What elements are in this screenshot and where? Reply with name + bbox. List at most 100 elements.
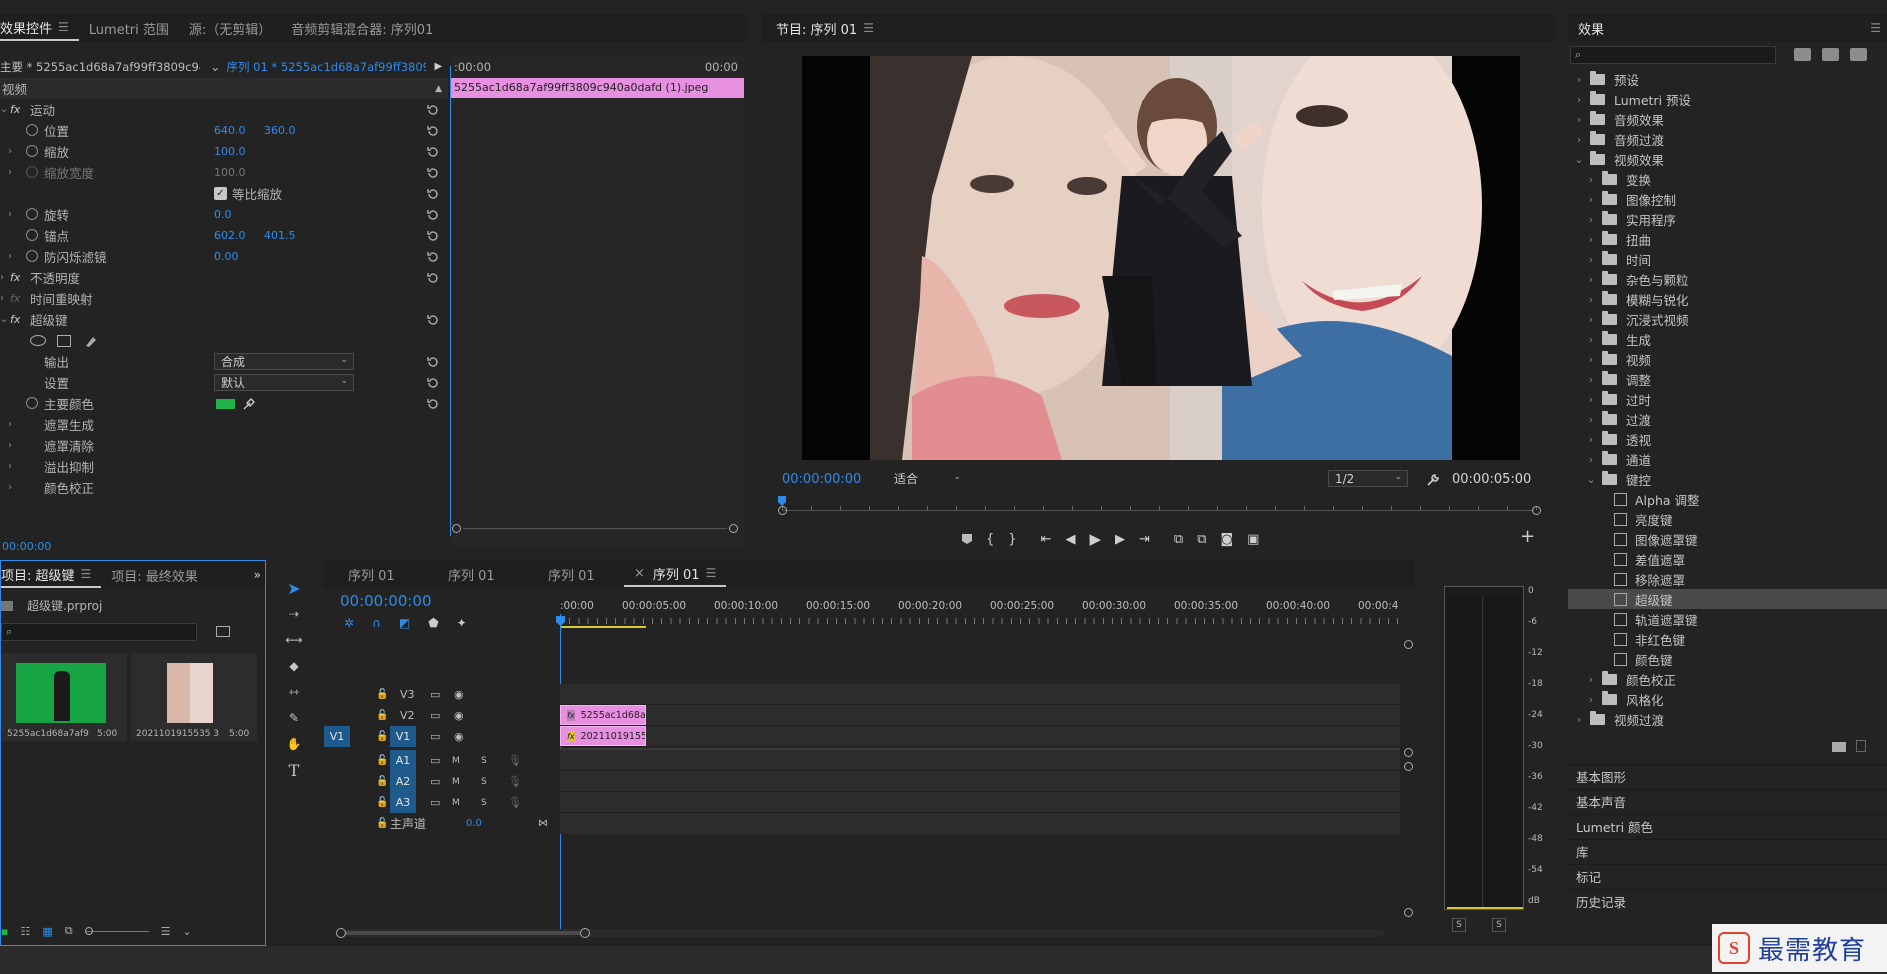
chevron-right-icon[interactable]: › [1586, 453, 1596, 466]
track-v3[interactable]: 🔓 V3 ▭ ◉ [324, 684, 560, 705]
effects-tree-item[interactable]: › 视频 [1568, 349, 1887, 369]
chevron-right-icon[interactable]: › [1586, 413, 1596, 426]
add-marker-icon[interactable]: ⬟ [428, 616, 438, 630]
master-clip-label[interactable]: 主要 * 5255ac1d68a7af99ff3809c940a0... [0, 59, 200, 75]
effect-controls-time[interactable]: 00:00:00 [2, 540, 51, 553]
motion-row[interactable]: ⌄ fx 运动 [0, 99, 448, 120]
effects-tree-item[interactable]: › 模糊与锐化 [1568, 289, 1887, 309]
effects-tree-item[interactable]: › 沉浸式视频 [1568, 309, 1887, 329]
reset-icon[interactable] [426, 397, 440, 411]
effects-tree-item[interactable]: ⌄ 视频效果 [1568, 149, 1887, 169]
new-bin-icon[interactable] [1832, 742, 1846, 752]
reset-icon[interactable] [426, 145, 440, 159]
lock-icon[interactable]: 🔓 [376, 731, 388, 742]
freeform-view-icon[interactable]: ⧉ [65, 924, 73, 938]
lock-icon[interactable]: 🔓 [376, 818, 388, 829]
lock-icon[interactable]: ▪ [1, 925, 8, 938]
32bit-effects-icon[interactable] [1822, 48, 1839, 61]
solo-button[interactable]: S [481, 756, 487, 766]
timeline-timecode[interactable]: 00:00:00:00 [340, 592, 432, 610]
sync-lock-icon[interactable]: ▭ [430, 754, 440, 767]
export-frame-icon[interactable]: ◙ [1221, 532, 1234, 547]
chevron-down-icon[interactable]: ⌄ [1586, 473, 1596, 486]
hand-tool[interactable]: ✋ [284, 734, 304, 754]
chevron-right-icon[interactable]: › [1586, 353, 1596, 366]
time-remap-row[interactable]: › fx 时间重映射 [0, 288, 448, 309]
chevron-right-icon[interactable]: › [1586, 293, 1596, 306]
ellipse-mask-icon[interactable] [30, 335, 46, 346]
reset-icon[interactable] [426, 355, 440, 369]
lock-icon[interactable]: 🔓 [376, 689, 388, 700]
go-to-in-icon[interactable]: ⇤ [1041, 532, 1052, 547]
effects-tree-item[interactable]: › 生成 [1568, 329, 1887, 349]
position-row[interactable]: 位置 640.0 360.0 [0, 120, 448, 141]
track-label[interactable]: A3 [390, 792, 416, 813]
sync-lock-icon[interactable]: ▭ [430, 796, 440, 809]
type-tool[interactable]: T [284, 760, 304, 780]
timeline-scroll-end[interactable] [580, 928, 590, 938]
opacity-row[interactable]: › fx 不透明度 [0, 267, 448, 288]
chevron-right-icon[interactable]: › [1586, 673, 1596, 686]
lane-v2[interactable] [560, 705, 1400, 726]
rotation-value[interactable]: 0.0 [214, 208, 232, 221]
effects-tree-item[interactable]: › 过时 [1568, 389, 1887, 409]
anchor-row[interactable]: 锚点 602.0 401.5 [0, 225, 448, 246]
ripple-edit-tool[interactable]: ⟷ [284, 630, 304, 650]
expand-closed-icon[interactable]: › [8, 461, 18, 472]
tab-menu-icon[interactable]: ☰ [58, 20, 69, 34]
lock-icon[interactable]: 🔓 [376, 797, 388, 808]
vertical-scroll-knob[interactable] [1404, 762, 1413, 771]
expand-open-icon[interactable]: ⌄ [0, 314, 10, 325]
anchor-y-value[interactable]: 401.5 [264, 229, 296, 242]
reset-icon[interactable] [426, 313, 440, 327]
reset-icon[interactable] [426, 103, 440, 117]
matte-cleanup-row[interactable]: › 遮罩清除 [0, 435, 448, 456]
sync-lock-icon[interactable]: ▭ [430, 709, 440, 722]
scale-row[interactable]: › 缩放 100.0 [0, 141, 448, 162]
project-item[interactable]: 2021101915535 3... 5:00 [131, 653, 257, 741]
tab-project-ultra-key[interactable]: 项目: 超级键 ☰ [1, 562, 102, 588]
scale-width-row[interactable]: › 缩放宽度 100.0 [0, 162, 448, 183]
solo-right-button[interactable]: S [1492, 918, 1506, 932]
solo-button[interactable]: S [481, 798, 487, 808]
eye-icon[interactable]: ◉ [454, 709, 464, 722]
tab-sequence-active[interactable]: × 序列 01 ☰ [624, 561, 727, 587]
setting-row[interactable]: 设置 默认 ⌄ [0, 372, 448, 393]
chevron-right-icon[interactable]: › [1574, 73, 1584, 86]
vertical-scroll-knob[interactable] [1404, 640, 1413, 649]
icon-view-icon[interactable]: ▦ [42, 925, 52, 938]
razor-tool[interactable]: ◆ [284, 656, 304, 676]
expand-closed-icon[interactable]: › [0, 272, 10, 283]
lane-v3[interactable] [560, 684, 1400, 705]
mute-button[interactable]: M [452, 777, 460, 787]
flicker-row[interactable]: › 防闪烁滤镜 0.00 [0, 246, 448, 267]
track-v1[interactable]: V1 🔓 V1 ▭ ◉ [324, 726, 560, 747]
chevron-right-icon[interactable]: › [1586, 213, 1596, 226]
lane-a1[interactable] [560, 750, 1400, 771]
add-button-icon[interactable]: + [1520, 526, 1535, 547]
rotation-row[interactable]: › 旋转 0.0 [0, 204, 448, 225]
mute-button[interactable]: M [452, 756, 460, 766]
expand-closed-icon[interactable]: › [8, 440, 18, 451]
chevron-right-icon[interactable]: › [1586, 173, 1596, 186]
clip-v1[interactable]: fx 202110191553 [560, 726, 646, 746]
effects-tree-item[interactable]: 超级键 [1568, 589, 1887, 609]
close-icon[interactable]: × [634, 566, 645, 581]
effects-tree-item[interactable]: › 视频过渡 [1568, 709, 1887, 729]
reset-icon[interactable] [426, 376, 440, 390]
effects-section-tab[interactable]: 基本图形 [1568, 764, 1887, 788]
fit-dropdown[interactable]: 适合 ⌄ [887, 470, 967, 487]
lock-icon[interactable]: 🔓 [376, 755, 388, 766]
track-a1[interactable]: 🔓 A1 ▭ M S 🎙 [324, 750, 560, 771]
play-arrow-icon[interactable]: ▶ [434, 61, 442, 72]
chevron-right-icon[interactable]: › [1574, 93, 1584, 106]
program-viewport[interactable] [802, 56, 1520, 460]
mini-clip-bar[interactable]: 5255ac1d68a7af99ff3809c940a0dafd (1).jpe… [450, 78, 744, 98]
effects-section-tab[interactable]: 基本声音 [1568, 789, 1887, 813]
stopwatch-icon[interactable] [26, 124, 38, 136]
mark-in-icon[interactable]: { [986, 532, 994, 547]
key-color-swatch[interactable] [216, 398, 235, 409]
chevron-right-icon[interactable]: › [1574, 113, 1584, 126]
rectangle-mask-icon[interactable] [57, 334, 71, 347]
lane-v1[interactable] [560, 726, 1400, 747]
